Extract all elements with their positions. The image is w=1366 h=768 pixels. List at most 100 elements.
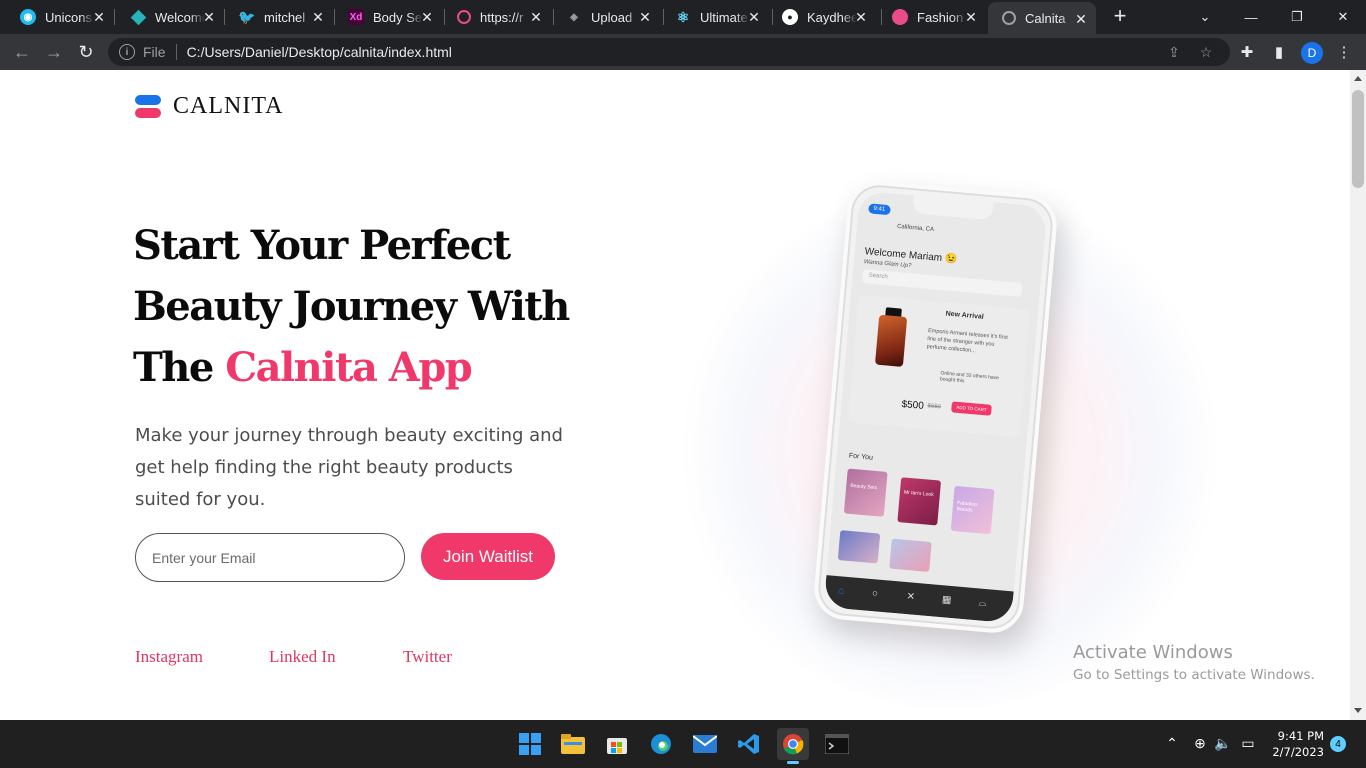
headline-accent: Calnita App: [225, 344, 473, 391]
phone-product-card: New Arrival Emporio Armani releases it's…: [847, 294, 1031, 438]
address-bar[interactable]: i File C:/Users/Daniel/Desktop/calnita/i…: [108, 38, 1230, 66]
phone-mockup: 9:41 California, CA Welcome Mariam 😉 Wan…: [811, 178, 1084, 648]
close-tab-icon[interactable]: ✕: [638, 10, 652, 24]
file-explorer-icon[interactable]: [557, 728, 589, 760]
tab-unicons[interactable]: ◉ Unicons ✕: [0, 0, 114, 34]
notification-badge[interactable]: 4: [1330, 736, 1346, 752]
logo-text: CALNITA: [173, 93, 284, 119]
site-logo[interactable]: CALNITA: [135, 93, 283, 120]
phone-search: Search: [862, 269, 1023, 297]
bookmark-star-icon[interactable]: ☆: [1198, 44, 1214, 60]
edge-icon[interactable]: [645, 728, 677, 760]
tab-welcome[interactable]: Welcome ✕: [110, 0, 224, 34]
new-arrival-label: New Arrival: [945, 310, 985, 321]
headline-prefix: The: [133, 344, 226, 391]
tab-kaydhee[interactable]: ● Kaydhee ✕: [762, 0, 876, 34]
globe-icon: [1002, 11, 1016, 25]
url-text[interactable]: C:/Users/Daniel/Desktop/calnita/index.ht…: [187, 44, 452, 60]
perfume-bottle-icon: [874, 314, 908, 367]
github-icon: ●: [782, 9, 798, 25]
close-tab-icon[interactable]: ✕: [311, 10, 325, 24]
phone-body: 9:41 California, CA Welcome Mariam 😉 Wan…: [811, 178, 1060, 636]
phone-tab-bar: ⌂ ○ ✕ ▦ ⌓: [823, 575, 1014, 624]
taskbar-clock[interactable]: 9:41 PM 2/7/2023: [1270, 728, 1324, 760]
tab-fashion[interactable]: Fashion ✕: [872, 0, 986, 34]
close-tab-icon[interactable]: ✕: [747, 10, 761, 24]
close-tab-icon[interactable]: ✕: [964, 10, 978, 24]
logo-mark-icon: [135, 94, 161, 119]
close-tab-icon[interactable]: ✕: [854, 10, 868, 24]
extensions-icon[interactable]: ✚: [1237, 42, 1257, 62]
language-globe-icon[interactable]: ⊕: [1191, 734, 1209, 752]
tab-upload[interactable]: ◈ Upload ✕: [546, 0, 660, 34]
close-tab-icon[interactable]: ✕: [202, 10, 216, 24]
mail-icon[interactable]: [689, 728, 721, 760]
product-description: Emporio Armani releases it's first line …: [926, 328, 1008, 355]
menu-dots-icon[interactable]: ⋮: [1334, 42, 1354, 62]
close-tab-icon[interactable]: ✕: [420, 10, 434, 24]
tab-ultimate[interactable]: ⚛ Ultimate ✕: [655, 0, 769, 34]
reload-button[interactable]: ↻: [74, 40, 98, 64]
forward-button[interactable]: →: [42, 40, 66, 64]
microsoft-store-icon[interactable]: [601, 728, 633, 760]
new-tab-button[interactable]: +: [1109, 5, 1131, 28]
email-input[interactable]: [135, 533, 405, 582]
close-icon: ✕: [906, 591, 916, 603]
hero-subtitle: Make your journey through beauty excitin…: [135, 425, 563, 510]
phone-notch: [912, 195, 994, 221]
adobe-xd-icon: Xd: [348, 9, 364, 25]
product-old-price: $650: [927, 403, 942, 411]
scroll-up-icon[interactable]: [1354, 76, 1362, 81]
react-icon: ⚛: [676, 8, 690, 25]
close-tab-icon[interactable]: ✕: [92, 10, 106, 24]
linkedin-link[interactable]: Linked In: [269, 647, 336, 667]
unicons-icon: ◉: [20, 9, 36, 25]
join-waitlist-button[interactable]: Join Waitlist: [421, 533, 555, 580]
close-tab-icon[interactable]: ✕: [529, 10, 543, 24]
tray-chevron-up-icon[interactable]: ⌃: [1163, 734, 1181, 752]
hero-headline: Start Your Perfect Beauty Journey With T…: [133, 215, 603, 398]
close-tab-icon[interactable]: ✕: [1074, 12, 1088, 26]
page-scrollbar[interactable]: [1350, 70, 1366, 720]
tab-search-chevron-icon[interactable]: ⌄: [1182, 0, 1228, 34]
tab-https[interactable]: https://r ✕: [437, 0, 551, 34]
volume-icon[interactable]: 🔈: [1214, 734, 1232, 752]
for-you-label: For You: [848, 452, 874, 462]
close-window-button[interactable]: ✕: [1320, 0, 1366, 34]
side-panel-icon[interactable]: ▮: [1269, 42, 1289, 62]
phone-location: California, CA: [896, 223, 935, 234]
instagram-link[interactable]: Instagram: [135, 647, 203, 667]
scroll-down-icon[interactable]: [1354, 708, 1362, 713]
minimize-button[interactable]: —: [1228, 0, 1274, 34]
dribbble-icon: [892, 9, 908, 25]
cart-icon: ⌓: [978, 597, 987, 610]
headline-line-1: Start Your Perfect: [133, 222, 511, 269]
stack-icon: ◈: [570, 11, 578, 23]
phone-status-time: 9:41: [868, 203, 891, 216]
grid-icon: ▦: [941, 594, 952, 607]
back-button[interactable]: ←: [10, 40, 34, 64]
info-icon[interactable]: i: [119, 44, 135, 60]
vscode-icon[interactable]: [733, 728, 765, 760]
tab-body-se[interactable]: Xd Body Se ✕: [328, 0, 442, 34]
start-icon[interactable]: [514, 728, 546, 760]
thumb-mr-ians-look: Mr Ian's Look: [897, 477, 942, 526]
twitter-link[interactable]: Twitter: [403, 647, 452, 667]
thumb-extra-2: [889, 538, 932, 572]
page-viewport: CALNITA Start Your Perfect Beauty Journe…: [0, 70, 1350, 720]
activate-title: Activate Windows: [1073, 642, 1233, 663]
share-icon[interactable]: ⇪: [1166, 44, 1182, 60]
chrome-icon[interactable]: [777, 728, 809, 764]
diamond-icon: [130, 9, 146, 25]
battery-icon[interactable]: ▭: [1239, 734, 1257, 752]
thumb-fabulous-brands: Fabulous Brands: [950, 485, 995, 535]
scrollbar-thumb[interactable]: [1352, 90, 1364, 188]
clock-date: 2/7/2023: [1272, 745, 1324, 759]
tab-twitter[interactable]: 🐦 mitchel ✕: [219, 0, 333, 34]
dribbble-like-icon: [457, 10, 471, 24]
terminal-icon[interactable]: [821, 728, 853, 760]
profile-avatar[interactable]: D: [1301, 42, 1323, 64]
restore-button[interactable]: ❐: [1274, 0, 1320, 34]
add-to-cart-button: ADD TO CART: [951, 401, 992, 416]
tab-calnita[interactable]: Calnita ✕: [988, 2, 1096, 34]
